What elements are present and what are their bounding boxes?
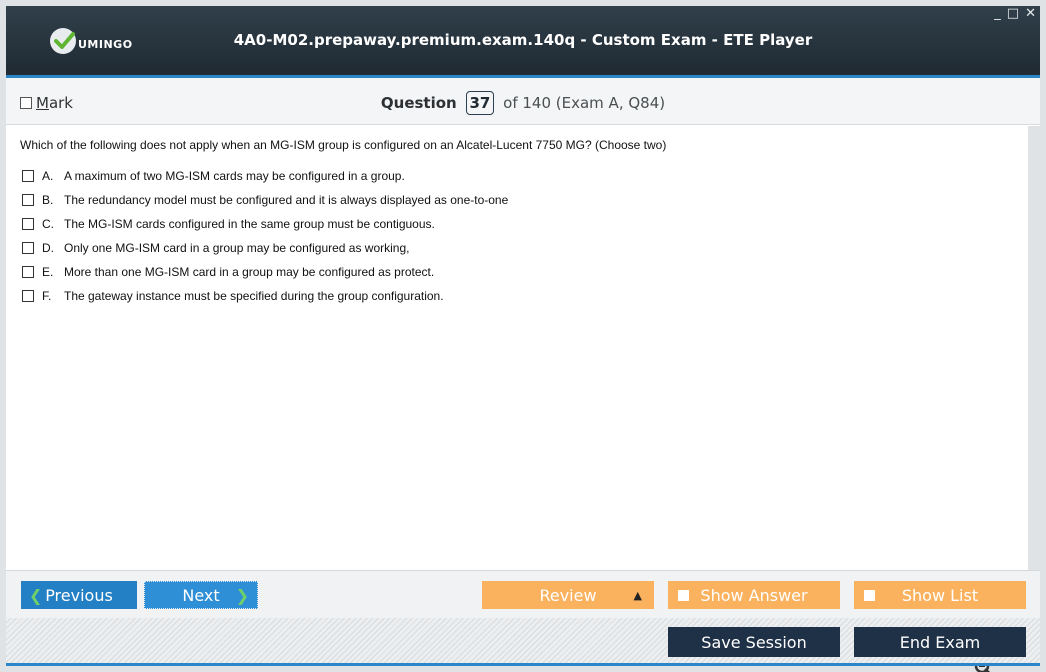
question-number[interactable]: 37 [465,91,495,115]
show-list-label: Show List [901,585,979,605]
option-d[interactable]: D. Only one MG-ISM card in a group may b… [22,236,508,260]
app-window: UMINGO 4A0-M02.prepaway.premium.exam.140… [6,6,1040,672]
window-title: 4A0-M02.prepaway.premium.exam.140q - Cus… [233,31,813,49]
option-letter: C. [42,217,54,231]
save-session-button[interactable]: Save Session [668,627,840,657]
question-counter: Question 37 of 140 (Exam A, Q84) [6,91,1040,115]
question-label: Question [380,94,457,112]
show-list-button[interactable]: Show List [854,581,1026,609]
question-body: Which of the following does not apply wh… [6,126,1028,672]
end-exam-button[interactable]: End Exam [854,627,1026,657]
question-suffix: of 140 (Exam A, Q84) [503,94,666,112]
option-letter: F. [42,289,52,303]
option-a[interactable]: A. A maximum of two MG-ISM cards may be … [22,164,508,188]
option-f[interactable]: F. The gateway instance must be specifie… [22,284,508,308]
question-text: Which of the following does not apply wh… [20,138,667,152]
answer-options: A. A maximum of two MG-ISM cards may be … [22,164,508,308]
maximize-icon[interactable]: □ [1007,6,1019,21]
bottom-bar: Save Session End Exam [6,618,1040,666]
previous-label: Previous [45,585,113,605]
option-letter: A. [42,169,54,183]
option-text: The redundancy model must be configured … [64,193,509,207]
close-icon[interactable]: ✕ [1025,6,1036,21]
question-header: Mark Question 37 of 140 (Exam A, Q84) [6,78,1040,125]
option-checkbox[interactable] [22,242,34,254]
option-text: A maximum of two MG-ISM cards may be con… [64,169,405,183]
option-b[interactable]: B. The redundancy model must be configur… [22,188,508,212]
title-bar: UMINGO 4A0-M02.prepaway.premium.exam.140… [6,6,1040,78]
option-e[interactable]: E. More than one MG-ISM card in a group … [22,260,508,284]
chevron-right-icon: ❯ [235,585,249,605]
option-checkbox[interactable] [22,194,34,206]
option-text: The MG-ISM cards configured in the same … [64,217,435,231]
caret-up-icon: ▲ [633,588,642,602]
review-button[interactable]: Review ▲ [482,581,654,609]
option-c[interactable]: C. The MG-ISM cards configured in the sa… [22,212,508,236]
option-checkbox[interactable] [22,170,34,182]
option-checkbox[interactable] [22,218,34,230]
option-text: More than one MG-ISM card in a group may… [64,265,435,279]
navigation-bar: ❮ Previous Next ❯ Review ▲ Show Answer S… [6,570,1040,618]
option-letter: D. [42,241,54,255]
option-text: Only one MG-ISM card in a group may be c… [64,241,410,255]
next-button[interactable]: Next ❯ [144,581,258,609]
review-label: Review [539,585,597,605]
option-text: The gateway instance must be specified d… [64,289,444,303]
chevron-left-icon: ❮ [29,585,43,605]
show-answer-checkbox[interactable] [678,589,689,601]
minimize-icon[interactable]: _ [994,6,1001,21]
show-list-checkbox[interactable] [864,589,875,601]
next-label: Next [182,585,220,605]
previous-button[interactable]: ❮ Previous [21,581,137,609]
option-checkbox[interactable] [22,290,34,302]
option-checkbox[interactable] [22,266,34,278]
option-letter: B. [42,193,54,207]
show-answer-label: Show Answer [700,585,808,605]
option-letter: E. [42,265,54,279]
window-controls: _ □ ✕ [994,6,1036,21]
show-answer-button[interactable]: Show Answer [668,581,840,609]
scrollbar[interactable] [1028,126,1040,570]
